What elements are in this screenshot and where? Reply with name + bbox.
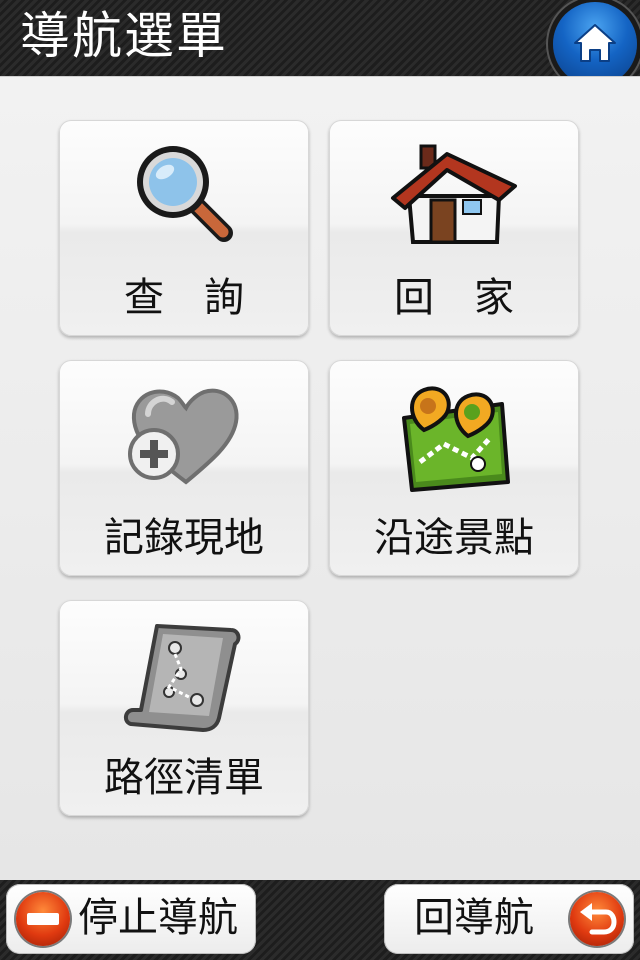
stop-navigation-label: 停止導航 — [78, 895, 238, 941]
menu-item-label: 記錄現地 — [104, 515, 264, 561]
stop-navigation-button[interactable]: 停止導航 — [6, 884, 256, 954]
resume-navigation-button[interactable]: 回導航 — [384, 884, 634, 954]
heart-plus-icon — [128, 388, 239, 485]
route-scroll-icon — [124, 624, 241, 732]
page-title: 導航選單 — [20, 7, 228, 65]
menu-item-poi-along-route[interactable]: 沿途景點 — [329, 360, 579, 576]
menu-item-search[interactable]: 查 詢 — [59, 120, 309, 336]
menu-item-save-location[interactable]: 記錄現地 — [59, 360, 309, 576]
menu-item-label: 路徑清單 — [104, 755, 264, 801]
map-pins-icon — [402, 386, 510, 492]
menu-item-label: 沿途景點 — [374, 515, 534, 561]
menu-item-home[interactable]: 回 家 — [329, 120, 579, 336]
home-icon — [574, 24, 616, 62]
return-arrow-icon — [570, 892, 624, 946]
bottom-bar: 停止導航 回導航 — [0, 880, 640, 960]
magnifier-icon — [137, 146, 233, 242]
menu-panel: 查 詢 回 家 記錄現地 沿途景點 路徑清單 — [0, 76, 640, 881]
menu-item-label: 查 詢 — [124, 275, 244, 321]
house-icon — [391, 144, 517, 244]
menu-item-label: 回 家 — [394, 275, 514, 321]
home-button[interactable] — [553, 2, 637, 86]
title-bar: 導航選單 — [0, 0, 640, 86]
menu-item-route-list[interactable]: 路徑清單 — [59, 600, 309, 816]
stop-minus-icon — [16, 892, 70, 946]
resume-navigation-label: 回導航 — [414, 895, 534, 941]
